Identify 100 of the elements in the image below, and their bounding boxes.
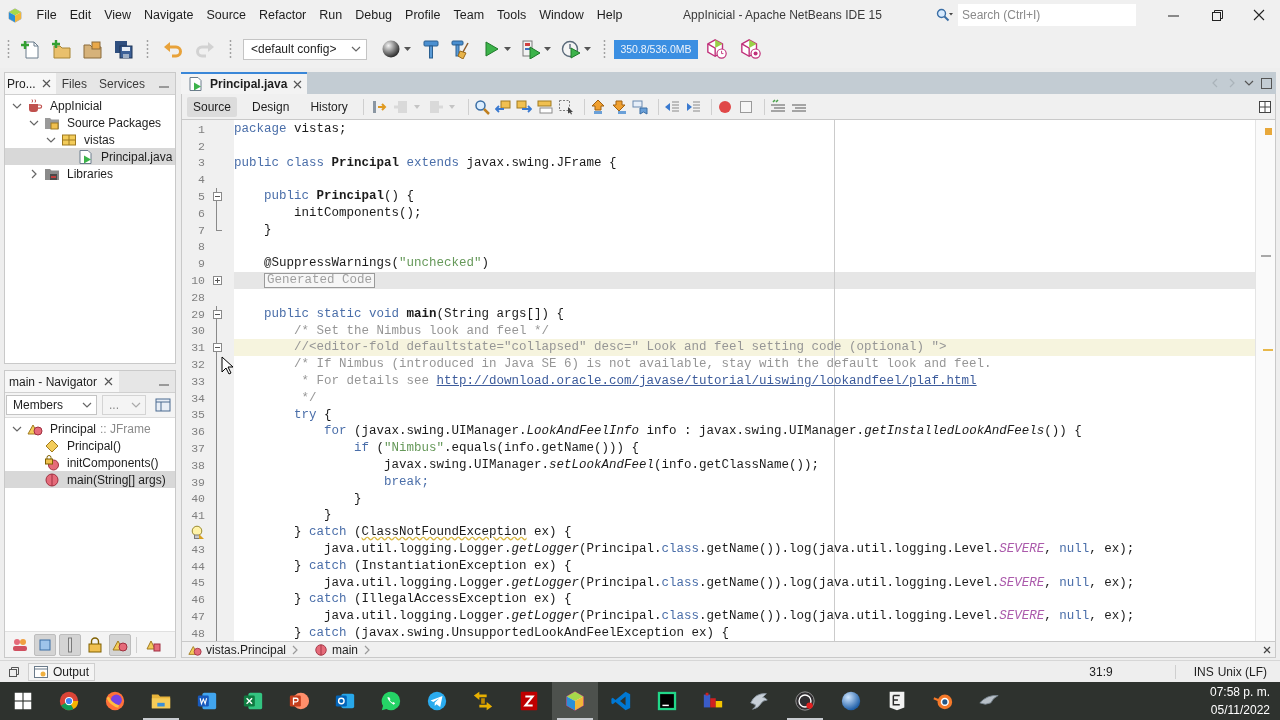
- tree-item[interactable]: AppInicial: [5, 97, 175, 114]
- filter-toggle-button[interactable]: [59, 633, 81, 656]
- globe-icon[interactable]: [381, 39, 401, 59]
- minus-box-icon[interactable]: [212, 309, 222, 319]
- menu-item[interactable]: Window: [532, 5, 591, 25]
- find-previous-icon[interactable]: [494, 98, 511, 115]
- menu-item[interactable]: Team: [447, 5, 491, 25]
- menu-item[interactable]: Help: [590, 5, 629, 25]
- chevron-down-icon[interactable]: [351, 44, 361, 54]
- panel-tab[interactable]: Files: [55, 73, 94, 94]
- caret-icon[interactable]: [404, 47, 411, 51]
- breadcrumb-item[interactable]: vistas.Principal: [206, 640, 287, 659]
- menu-item[interactable]: Tools: [490, 5, 533, 25]
- caret-icon[interactable]: [544, 47, 551, 51]
- new-file-icon[interactable]: [20, 39, 40, 59]
- line-number: 1: [198, 121, 205, 138]
- filter-toggle-button[interactable]: [34, 633, 56, 656]
- bookmark-icon[interactable]: [631, 98, 648, 115]
- close-icon[interactable]: [104, 377, 114, 386]
- code-line: public static void main(String args[]) {: [264, 305, 565, 323]
- app-icon: [196, 690, 218, 712]
- tree-item[interactable]: Libraries: [5, 165, 175, 182]
- minus-box-icon[interactable]: [212, 192, 222, 202]
- search-icon[interactable]: [473, 98, 490, 115]
- menu-item[interactable]: File: [30, 5, 64, 25]
- line-number: 37: [191, 440, 205, 457]
- menu-item[interactable]: Edit: [63, 5, 98, 25]
- record-icon[interactable]: [716, 98, 733, 115]
- menu-item[interactable]: Source: [199, 5, 253, 25]
- members-select[interactable]: Members: [6, 395, 97, 415]
- breadcrumb-item[interactable]: main: [332, 640, 359, 659]
- app-icon: [794, 690, 816, 712]
- debug-icon[interactable]: [521, 39, 541, 59]
- view-tab[interactable]: Source: [187, 96, 238, 117]
- restore-icon[interactable]: [9, 666, 19, 677]
- minus-box-icon[interactable]: [212, 343, 222, 353]
- stop-icon[interactable]: [737, 98, 754, 115]
- chevron-down-icon[interactable]: [82, 400, 92, 410]
- menu-item[interactable]: Run: [312, 5, 349, 25]
- restore-icon[interactable]: [1211, 9, 1223, 21]
- menu-item[interactable]: View: [97, 5, 138, 25]
- folder-plus-icon[interactable]: [51, 39, 71, 59]
- tree-item[interactable]: Principal(): [5, 437, 175, 454]
- tree-item[interactable]: Principal.java: [5, 148, 175, 165]
- menu-item[interactable]: Refactor: [252, 5, 313, 25]
- chevron-down-icon[interactable]: [1244, 78, 1254, 88]
- split-icon[interactable]: [1259, 100, 1271, 113]
- gauge-icon[interactable]: [561, 39, 581, 59]
- cube-stop-icon[interactable]: [740, 38, 762, 60]
- tree-item[interactable]: initComponents(): [5, 454, 175, 471]
- tree-item[interactable]: main(String[] args): [5, 471, 175, 488]
- caret-icon[interactable]: [584, 47, 591, 51]
- editor-tab[interactable]: Principal.java: [181, 72, 308, 94]
- folder-icon[interactable]: [82, 39, 102, 59]
- line-number: 39: [191, 474, 205, 491]
- tree-item[interactable]: Source Packages: [5, 114, 175, 131]
- panel-tab[interactable]: Pro...: [5, 73, 56, 94]
- menu-item[interactable]: Navigate: [137, 5, 200, 25]
- menu-item[interactable]: Profile: [398, 5, 447, 25]
- circle-icon: [314, 642, 329, 657]
- link[interactable]: http://download.oracle.com/javase/tutorial/uiswing/lookandfeel/plaf.html: [436, 374, 977, 388]
- close-icon[interactable]: [1253, 9, 1265, 21]
- find-next-icon[interactable]: [515, 98, 532, 115]
- filter-toggle-button[interactable]: [109, 633, 131, 656]
- caret-icon[interactable]: [504, 47, 511, 51]
- indent-icon[interactable]: [684, 98, 701, 115]
- maximize-icon[interactable]: [1261, 77, 1272, 89]
- chevron-right-icon[interactable]: [29, 168, 39, 179]
- line-number: 7: [198, 222, 205, 239]
- panel-tab[interactable]: main - Navigator: [5, 371, 120, 392]
- line-number: 36: [191, 424, 205, 441]
- lightbulb-icon[interactable]: [191, 525, 205, 540]
- cube-clock-icon[interactable]: [706, 38, 728, 60]
- hammer-broom-icon[interactable]: [451, 39, 471, 59]
- view-tab[interactable]: History: [304, 96, 354, 117]
- search-icon[interactable]: [936, 8, 954, 22]
- save-icon[interactable]: [113, 39, 133, 59]
- config-select[interactable]: <default config>: [243, 38, 367, 60]
- line-number: 38: [191, 457, 205, 474]
- panel-icon[interactable]: [154, 397, 171, 413]
- tree-item[interactable]: vistas: [5, 131, 175, 148]
- app-icon: [840, 690, 862, 712]
- search-field[interactable]: Search (Ctrl+I): [958, 4, 1136, 26]
- close-icon[interactable]: [1263, 645, 1271, 654]
- menu-item[interactable]: Debug: [348, 5, 399, 25]
- output-button[interactable]: Output: [28, 662, 96, 681]
- code-line: public class Principal extends javax.swing.JFrame {: [234, 154, 617, 172]
- outdent-icon[interactable]: [663, 98, 680, 115]
- panel-tab[interactable]: Services: [93, 73, 152, 94]
- tree-item[interactable]: Principal :: JFrame: [5, 420, 175, 437]
- hammer-icon[interactable]: [421, 39, 441, 59]
- close-icon[interactable]: [41, 79, 51, 88]
- plus-box-icon[interactable]: [212, 276, 222, 286]
- selection-icon[interactable]: [557, 98, 574, 115]
- line-number: 2: [198, 138, 205, 155]
- arrow-down-icon[interactable]: [610, 98, 627, 115]
- view-tab[interactable]: Design: [246, 96, 296, 117]
- jump-icon[interactable]: [371, 98, 388, 115]
- arrow-up-icon[interactable]: [589, 98, 606, 115]
- close-icon[interactable]: [293, 79, 303, 89]
